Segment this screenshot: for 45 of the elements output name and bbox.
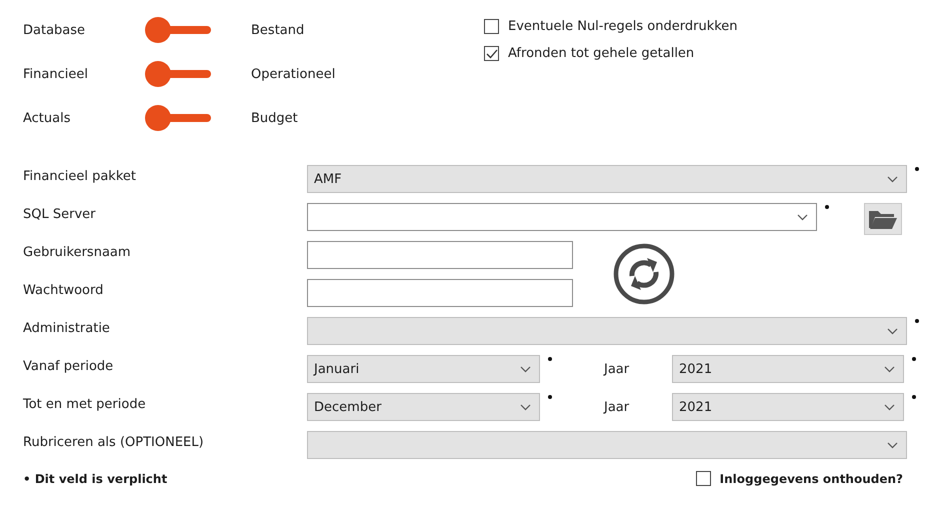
toggle-label: Budget — [251, 110, 299, 126]
field-label: Gebruikersnaam — [23, 244, 132, 260]
chevron-icon — [884, 366, 895, 372]
combobox[interactable] — [307, 203, 817, 231]
refresh-icon[interactable] — [613, 243, 675, 305]
chevron-icon — [884, 404, 895, 410]
field-label: Administratie — [23, 320, 111, 336]
checkbox-label: Afronden tot gehele getallen — [508, 46, 694, 61]
checkbox-label: Inloggegevens onthouden? — [720, 472, 903, 486]
dropdown[interactable]: 2021 — [672, 393, 904, 421]
toggle-label: Actuals — [23, 110, 72, 126]
browse-button[interactable] — [864, 203, 902, 235]
dropdown[interactable]: December — [307, 393, 540, 421]
input-field[interactable] — [307, 279, 573, 307]
chevron-icon — [887, 328, 898, 334]
field-label: SQL Server — [23, 206, 96, 222]
chevron-icon — [520, 366, 531, 372]
year-label: Jaar — [604, 400, 630, 414]
chevron-icon — [520, 404, 531, 410]
input-field[interactable] — [307, 241, 573, 269]
chevron-icon — [797, 214, 808, 220]
toggle-label: Operationeel — [251, 66, 336, 82]
field-label: Vanaf periode — [23, 358, 114, 374]
chevron-icon — [887, 176, 898, 182]
field-label: Wachtwoord — [23, 282, 104, 298]
checkbox[interactable] — [484, 19, 499, 34]
field-label: Financieel pakket — [23, 168, 137, 184]
checkbox[interactable] — [484, 46, 499, 61]
dropdown[interactable]: 2021 — [672, 355, 904, 383]
dropdown[interactable]: AMF — [307, 165, 907, 193]
folder-icon — [868, 208, 898, 230]
chevron-icon — [887, 442, 898, 448]
toggle-label: Database — [23, 22, 86, 38]
toggle-label: Bestand — [251, 22, 306, 38]
field-label: Rubriceren als (OPTIONEEL) — [23, 434, 205, 450]
toggle-switch[interactable] — [145, 61, 211, 87]
year-label: Jaar — [604, 362, 630, 376]
dropdown[interactable]: Januari — [307, 355, 540, 383]
checkbox-label: Eventuele Nul-regels onderdrukken — [508, 19, 738, 34]
toggle-switch[interactable] — [145, 17, 211, 43]
checkbox[interactable] — [696, 471, 711, 486]
field-label: Tot en met periode — [23, 396, 147, 412]
toggle-switch[interactable] — [145, 105, 211, 131]
toggle-label: Financieel — [23, 66, 89, 82]
required-note: • Dit veld is verplicht — [23, 472, 168, 486]
